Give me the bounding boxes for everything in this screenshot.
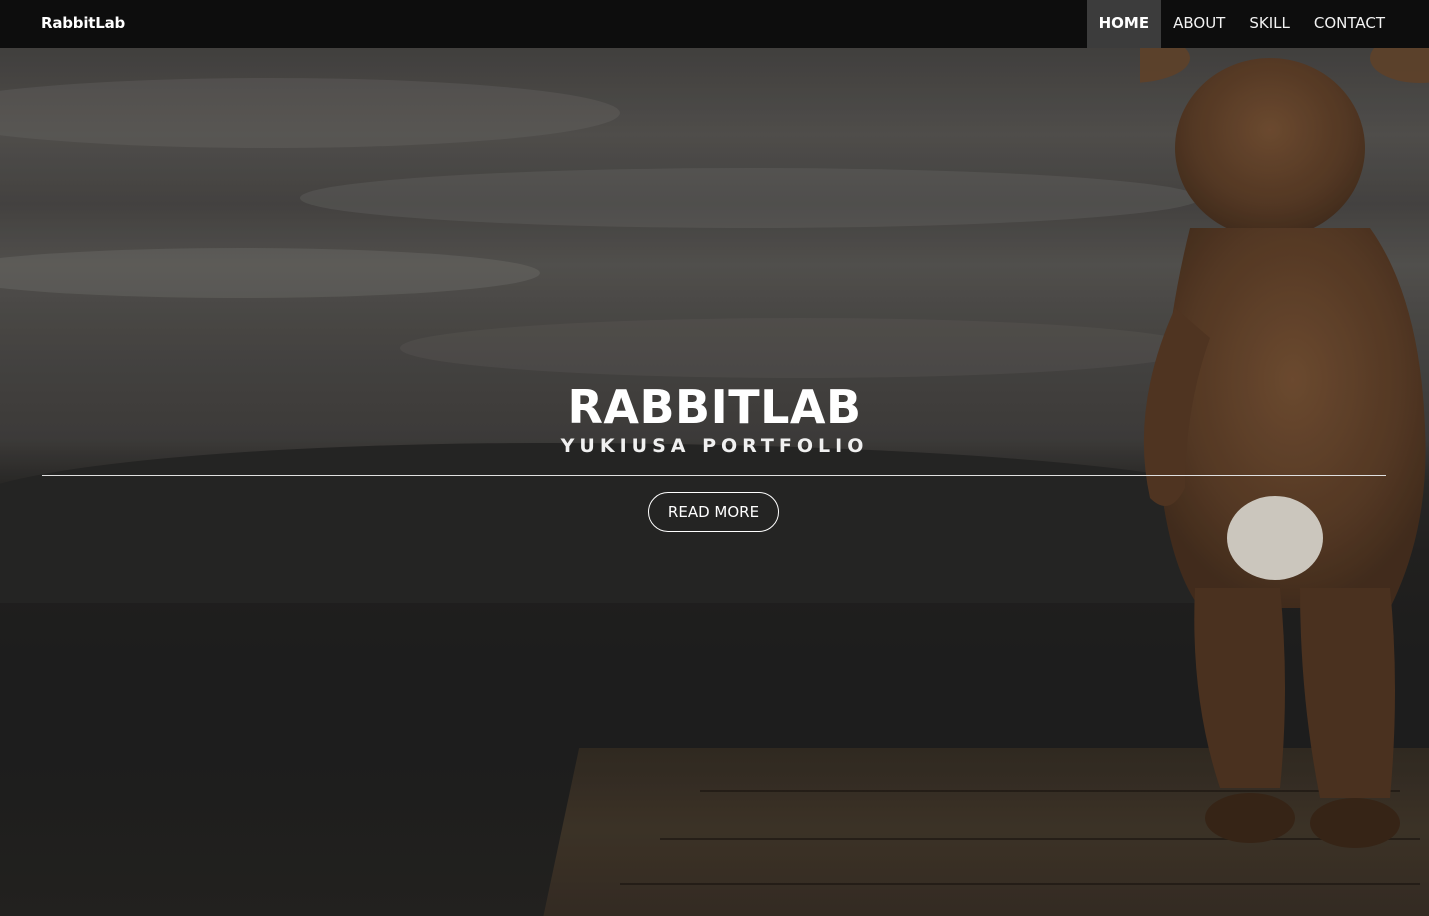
hero-subtitle: YUKIUSA PORTFOLIO	[560, 435, 869, 457]
page: RabbitLab HOME ABOUT SKILL CONTACT RABBI…	[0, 0, 1429, 916]
nav-menu: HOME ABOUT SKILL CONTACT	[1086, 0, 1397, 48]
navbar: RabbitLab HOME ABOUT SKILL CONTACT	[0, 0, 1429, 48]
nav-item-skill[interactable]: SKILL	[1237, 0, 1302, 48]
hero-divider	[42, 475, 1386, 476]
nav-item-contact[interactable]: CONTACT	[1302, 0, 1397, 48]
hero-title: RABBITLAB	[567, 380, 862, 434]
nav-item-home[interactable]: HOME	[1086, 0, 1162, 48]
hero-content: RABBITLAB YUKIUSA PORTFOLIO READ MORE	[0, 48, 1429, 916]
brand-logo[interactable]: RabbitLab	[41, 0, 125, 48]
read-more-button[interactable]: READ MORE	[648, 492, 779, 532]
nav-item-about[interactable]: ABOUT	[1161, 0, 1237, 48]
